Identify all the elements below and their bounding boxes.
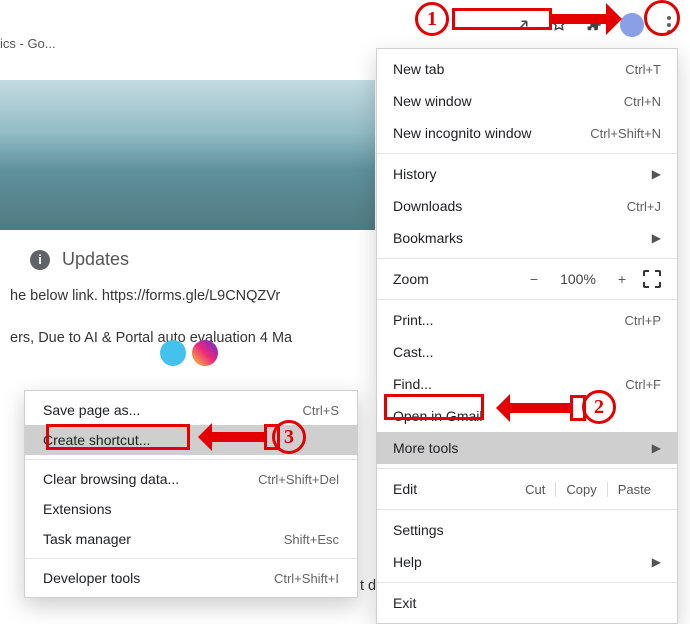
- menu-edit-row: Edit Cut Copy Paste: [377, 473, 677, 505]
- edit-cut[interactable]: Cut: [515, 482, 555, 497]
- menu-label: Edit: [393, 481, 417, 497]
- submenu-shortcut: Ctrl+Shift+Del: [258, 472, 339, 487]
- annotation-number: 2: [594, 396, 604, 419]
- annotation-arrow-1-box: [452, 8, 552, 30]
- submenu-label: Developer tools: [43, 570, 140, 586]
- fullscreen-icon[interactable]: [643, 270, 661, 288]
- menu-zoom: Zoom − 100% +: [377, 263, 677, 295]
- info-icon: i: [30, 250, 50, 270]
- zoom-in-button[interactable]: +: [615, 271, 629, 287]
- menu-settings[interactable]: Settings: [377, 514, 677, 546]
- chevron-right-icon: ▶: [652, 555, 661, 569]
- annotation-circle-1: 1: [415, 2, 449, 36]
- annotation-arrow-1: [552, 14, 606, 24]
- menu-shortcut: Ctrl+P: [625, 313, 661, 328]
- zoom-out-button[interactable]: −: [527, 271, 541, 287]
- menu-label: Help: [393, 554, 422, 570]
- menu-label: Bookmarks: [393, 230, 463, 246]
- menu-label: Find...: [393, 376, 432, 392]
- menu-print[interactable]: Print... Ctrl+P: [377, 304, 677, 336]
- browser-tab-title: ics - Go...: [0, 36, 56, 51]
- chevron-right-icon: ▶: [652, 231, 661, 245]
- menu-label: Zoom: [393, 271, 429, 287]
- menu-new-window[interactable]: New window Ctrl+N: [377, 85, 677, 117]
- menu-cast[interactable]: Cast...: [377, 336, 677, 368]
- menu-label: Settings: [393, 522, 444, 538]
- menu-separator: [377, 258, 677, 259]
- submenu-separator: [25, 459, 357, 460]
- submenu-label: Extensions: [43, 501, 111, 517]
- annotation-box-2: [384, 394, 484, 420]
- submenu-shortcut: Ctrl+S: [303, 403, 339, 418]
- annotation-target-circle-1: [644, 0, 680, 36]
- annotation-arrow-2: [510, 403, 570, 413]
- menu-label: Exit: [393, 595, 416, 611]
- submenu-separator: [25, 558, 357, 559]
- menu-label: New window: [393, 93, 472, 109]
- annotation-circle-3: 3: [272, 420, 306, 454]
- chrome-main-menu: New tab Ctrl+T New window Ctrl+N New inc…: [376, 48, 678, 624]
- annotation-number: 1: [427, 8, 437, 31]
- menu-shortcut: Ctrl+T: [625, 62, 661, 77]
- annotation-arrow-3: [212, 432, 264, 442]
- edit-paste[interactable]: Paste: [607, 482, 661, 497]
- menu-shortcut: Ctrl+F: [625, 377, 661, 392]
- menu-label: Cast...: [393, 344, 433, 360]
- submenu-shortcut: Ctrl+Shift+I: [274, 571, 339, 586]
- zoom-value: 100%: [555, 271, 601, 287]
- edit-copy[interactable]: Copy: [555, 482, 606, 497]
- twitter-icon: [160, 340, 186, 366]
- page-hero-image: [0, 80, 375, 230]
- menu-bookmarks[interactable]: Bookmarks ▶: [377, 222, 677, 254]
- menu-exit[interactable]: Exit: [377, 587, 677, 619]
- menu-separator: [377, 153, 677, 154]
- submenu-clear-browsing-data[interactable]: Clear browsing data... Ctrl+Shift+Del: [25, 464, 357, 494]
- menu-more-tools[interactable]: More tools ▶: [377, 432, 677, 464]
- menu-new-tab[interactable]: New tab Ctrl+T: [377, 53, 677, 85]
- submenu-extensions[interactable]: Extensions: [25, 494, 357, 524]
- menu-incognito[interactable]: New incognito window Ctrl+Shift+N: [377, 117, 677, 149]
- menu-history[interactable]: History ▶: [377, 158, 677, 190]
- submenu-label: Clear browsing data...: [43, 471, 179, 487]
- menu-separator: [377, 468, 677, 469]
- updates-label: Updates: [62, 249, 129, 270]
- chevron-right-icon: ▶: [652, 441, 661, 455]
- menu-label: New tab: [393, 61, 444, 77]
- annotation-circle-2: 2: [582, 390, 616, 424]
- social-icons: [160, 340, 218, 366]
- submenu-developer-tools[interactable]: Developer tools Ctrl+Shift+I: [25, 563, 357, 593]
- menu-label: More tools: [393, 440, 458, 456]
- menu-separator: [377, 299, 677, 300]
- menu-help[interactable]: Help ▶: [377, 546, 677, 578]
- more-tools-submenu: Save page as... Ctrl+S Create shortcut..…: [24, 390, 358, 598]
- menu-separator: [377, 509, 677, 510]
- submenu-shortcut: Shift+Esc: [284, 532, 339, 547]
- menu-shortcut: Ctrl+J: [627, 199, 661, 214]
- submenu-label: Task manager: [43, 531, 131, 547]
- page-text-line-1: he below link. https://forms.gle/L9CNQZV…: [10, 288, 360, 330]
- menu-label: Downloads: [393, 198, 462, 214]
- submenu-save-page-as[interactable]: Save page as... Ctrl+S: [25, 395, 357, 425]
- page-card: i Updates he below link. https://forms.g…: [0, 235, 370, 352]
- menu-downloads[interactable]: Downloads Ctrl+J: [377, 190, 677, 222]
- menu-label: History: [393, 166, 437, 182]
- menu-shortcut: Ctrl+Shift+N: [590, 126, 661, 141]
- menu-shortcut: Ctrl+N: [624, 94, 661, 109]
- menu-label: Print...: [393, 312, 433, 328]
- annotation-box-3: [46, 424, 190, 450]
- instagram-icon: [192, 340, 218, 366]
- submenu-label: Save page as...: [43, 402, 140, 418]
- annotation-number: 3: [284, 426, 294, 449]
- menu-separator: [377, 582, 677, 583]
- submenu-task-manager[interactable]: Task manager Shift+Esc: [25, 524, 357, 554]
- menu-label: New incognito window: [393, 125, 532, 141]
- chevron-right-icon: ▶: [652, 167, 661, 181]
